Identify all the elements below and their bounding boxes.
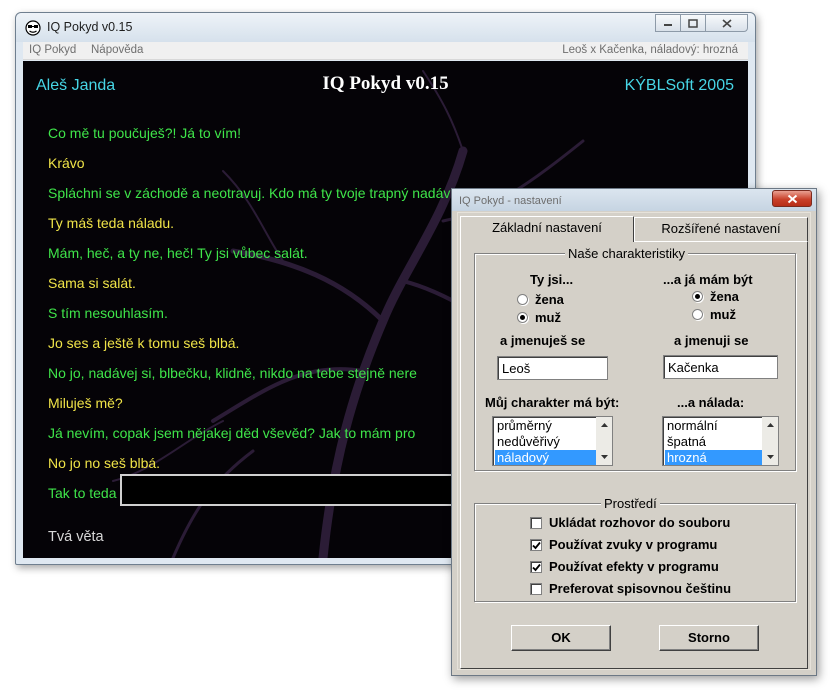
- scroll-down-button[interactable]: [596, 449, 612, 465]
- arrow-down-icon: [766, 455, 774, 459]
- character-list-item[interactable]: průměrný: [495, 418, 596, 434]
- chat-message: Jo ses a ještě k tomu seš blbá.: [48, 335, 240, 351]
- character-list-item[interactable]: náladový: [495, 450, 596, 465]
- chat-message: No jo no seš blbá.: [48, 455, 161, 471]
- chat-message: Krávo: [48, 155, 85, 171]
- tab-advanced-settings[interactable]: Rozšířené nastavení: [634, 217, 808, 241]
- tab-panel: Naše charakteristiky Ty jsi... ...a já m…: [460, 241, 808, 669]
- mood-label: ...a nálada:: [677, 395, 745, 410]
- i-am-label: ...a já mám být: [663, 272, 753, 287]
- arrow-up-icon: [600, 423, 608, 427]
- sentence-label: Tvá věta: [48, 529, 104, 545]
- chat-message: S tím nesouhlasím.: [48, 305, 168, 321]
- status-text: Leoš x Kačenka, náladový: hrozná: [562, 44, 738, 56]
- environment-checkbox-1[interactable]: [530, 539, 542, 551]
- character-scrollbar[interactable]: [596, 417, 612, 465]
- mood-listbox[interactable]: normální špatná hrozná: [662, 416, 779, 466]
- me-gender-radio-0[interactable]: [692, 291, 703, 302]
- mood-list-item[interactable]: normální: [665, 418, 762, 434]
- me-gender-radio-label[interactable]: žena: [710, 289, 739, 304]
- you-gender-radio-label[interactable]: muž: [535, 310, 561, 325]
- title-bar[interactable]: IQ Pokyd v0.15: [16, 13, 755, 42]
- dialog-title: IQ Pokyd - nastavení: [459, 195, 562, 207]
- close-button[interactable]: [705, 14, 748, 32]
- checkmark-icon: [532, 541, 541, 550]
- character-list-item[interactable]: nedůvěřivý: [495, 434, 596, 450]
- scroll-up-button[interactable]: [596, 417, 612, 433]
- environment-option-label[interactable]: Preferovat spisovnou češtinu: [549, 581, 731, 596]
- my-name-field[interactable]: Kačenka: [663, 355, 778, 379]
- arrow-up-icon: [766, 423, 774, 427]
- environment-checkbox-3[interactable]: [530, 583, 542, 595]
- window-title: IQ Pokyd v0.15: [47, 20, 133, 34]
- cancel-button[interactable]: Storno: [659, 625, 759, 651]
- environment-option-label[interactable]: Používat zvuky v programu: [549, 537, 717, 552]
- chat-message: Mám, heč, a ty ne, heč! Ty jsi vůbec sal…: [48, 245, 308, 261]
- environment-group: Prostředí Ukládat rozhovor do souboru Pou…: [474, 496, 796, 602]
- dialog-body: Základní nastavení Rozšířené nastavení N…: [457, 212, 811, 670]
- dialog-close-button[interactable]: [772, 190, 812, 207]
- scroll-down-button[interactable]: [762, 449, 778, 465]
- maximize-icon: [688, 18, 698, 28]
- your-name-field[interactable]: Leoš: [497, 356, 608, 380]
- characteristics-legend: Naše charakteristiky: [565, 246, 689, 261]
- mood-list-item[interactable]: špatná: [665, 434, 762, 450]
- minimize-icon: [664, 24, 672, 26]
- maximize-button[interactable]: [680, 14, 706, 32]
- my-name-label: a jmenuji se: [674, 333, 749, 348]
- characteristics-group: Naše charakteristiky Ty jsi... ...a já m…: [474, 246, 796, 471]
- you-gender-radio-0[interactable]: [517, 294, 528, 305]
- chat-message: Co mě tu poučuješ?! Já to vím!: [48, 125, 241, 141]
- menu-bar: IQ Pokyd Nápověda Leoš x Kačenka, nálado…: [23, 42, 748, 60]
- environment-checkbox-0[interactable]: [530, 517, 542, 529]
- me-gender-radio-label[interactable]: muž: [710, 307, 736, 322]
- you-gender-radio-label[interactable]: žena: [535, 292, 564, 307]
- app-face-icon: [25, 20, 41, 36]
- your-name-label: a jmenuješ se: [500, 333, 586, 348]
- menu-help[interactable]: Nápověda: [91, 44, 143, 56]
- chat-message: No jo, nadávej si, blbečku, klidně, nikd…: [48, 365, 417, 381]
- arrow-down-icon: [600, 455, 608, 459]
- you-gender-radio-1[interactable]: [517, 312, 528, 323]
- environment-legend: Prostředí: [601, 496, 660, 511]
- character-label: Můj charakter má být:: [485, 395, 620, 410]
- caption-buttons: [655, 14, 748, 32]
- checkmark-icon: [532, 563, 541, 572]
- tab-basic-settings[interactable]: Základní nastavení: [460, 216, 634, 242]
- chat-message: Miluješ mě?: [48, 395, 123, 411]
- chat-message: Já nevím, copak jsem nějakej děd vševěd?…: [48, 425, 416, 441]
- you-are-label: Ty jsi...: [530, 272, 574, 287]
- company-name: KÝBLSoft 2005: [624, 77, 734, 94]
- close-icon: [787, 194, 797, 203]
- environment-option-label[interactable]: Používat efekty v programu: [549, 559, 719, 574]
- chat-message: Ty máš teda náladu.: [48, 215, 175, 231]
- mood-list-item[interactable]: hrozná: [665, 450, 762, 465]
- character-listbox[interactable]: průměrný nedůvěřivý náladový: [492, 416, 613, 466]
- me-gender-radio-1[interactable]: [692, 309, 703, 320]
- environment-option-label[interactable]: Ukládat rozhovor do souboru: [549, 515, 730, 530]
- mood-scrollbar[interactable]: [762, 417, 778, 465]
- settings-dialog: IQ Pokyd - nastavení Základní nastavení …: [451, 188, 817, 676]
- environment-checkbox-2[interactable]: [530, 561, 542, 573]
- close-icon: [721, 18, 732, 28]
- dialog-title-bar[interactable]: IQ Pokyd - nastavení: [452, 189, 816, 211]
- scroll-up-button[interactable]: [762, 417, 778, 433]
- minimize-button[interactable]: [655, 14, 681, 32]
- menu-iq-pokyd[interactable]: IQ Pokyd: [29, 44, 76, 56]
- chat-message: Sama si salát.: [48, 275, 136, 291]
- ok-button[interactable]: OK: [511, 625, 611, 651]
